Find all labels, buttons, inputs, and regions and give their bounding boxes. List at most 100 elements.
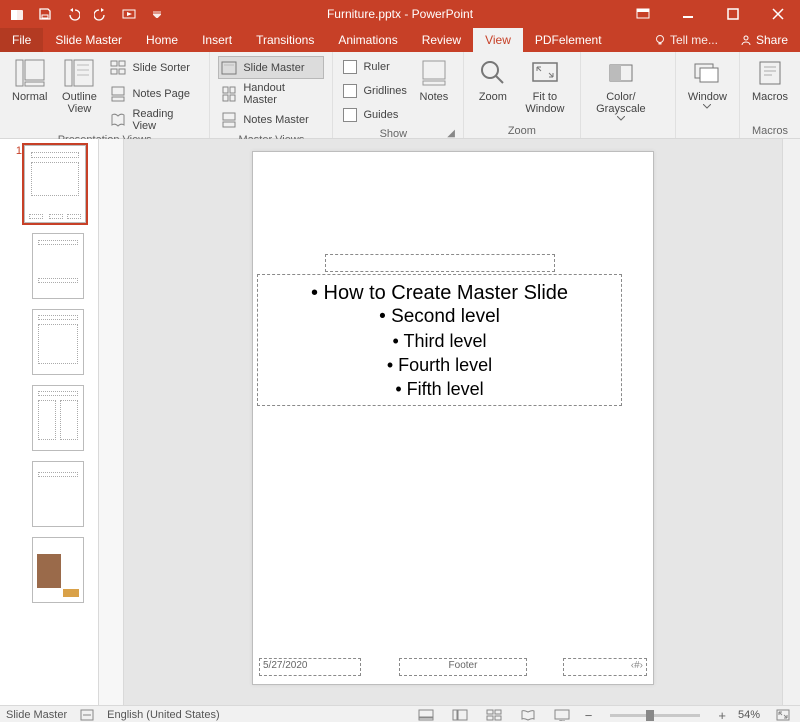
zoom-button[interactable]: Zoom [470, 54, 516, 103]
color-grayscale-icon [604, 56, 638, 90]
ribbon-display-options-icon[interactable] [620, 0, 665, 28]
status-language[interactable]: English (United States) [107, 709, 220, 721]
outline-view-icon [62, 56, 96, 90]
zoom-in-button[interactable]: + [718, 708, 726, 722]
qat-customize-icon[interactable] [150, 7, 164, 21]
ruler-checkbox[interactable]: Ruler [341, 56, 408, 77]
ribbon-tabs: File Slide Master Home Insert Transition… [0, 28, 800, 52]
guides-checkbox[interactable]: Guides [341, 104, 408, 125]
window-icon [690, 56, 724, 90]
title-placeholder[interactable] [325, 254, 555, 272]
slide-sorter-status-icon[interactable] [483, 708, 505, 722]
slide-master-button[interactable]: Slide Master [218, 56, 324, 79]
minimize-icon[interactable] [665, 0, 710, 28]
reading-view-status-icon[interactable] [517, 708, 539, 722]
fit-to-window-status-icon[interactable] [772, 708, 794, 722]
body-placeholder[interactable]: How to Create Master Slide Second level … [257, 274, 622, 406]
handout-master-button[interactable]: Handout Master [218, 82, 324, 105]
undo-icon[interactable] [66, 7, 80, 21]
notes-button[interactable]: Notes [411, 54, 457, 103]
slide-sorter-button[interactable]: Slide Sorter [107, 56, 201, 79]
body-level-3: Third level [268, 329, 611, 353]
save-icon[interactable] [38, 7, 52, 21]
layout-thumbnail[interactable] [32, 537, 84, 603]
slide-master-canvas[interactable]: How to Create Master Slide Second level … [252, 151, 654, 685]
normal-view-icon [13, 56, 47, 90]
tab-insert[interactable]: Insert [190, 28, 244, 52]
slide-number-placeholder[interactable]: ‹#› [563, 658, 647, 676]
fit-to-window-button[interactable]: Fit to Window [516, 54, 574, 115]
chevron-down-icon [617, 116, 625, 121]
slide-master-icon [221, 60, 237, 76]
date-placeholder[interactable]: 5/27/2020 [259, 658, 361, 676]
layout-thumbnail[interactable] [32, 385, 84, 451]
checkbox-icon [343, 60, 357, 74]
close-icon[interactable] [755, 0, 800, 28]
slide-thumbnails-pane[interactable]: 1 [0, 139, 99, 705]
color-grayscale-button[interactable]: Color/ Grayscale [587, 54, 655, 121]
master-thumbnail[interactable] [24, 145, 86, 223]
tab-file[interactable]: File [0, 28, 43, 52]
window-button[interactable]: Window [682, 54, 733, 109]
vertical-ruler-gutter [99, 139, 124, 705]
layout-thumbnail[interactable] [32, 309, 84, 375]
zoom-slider-thumb[interactable] [646, 710, 654, 721]
zoom-out-button[interactable]: − [585, 708, 593, 722]
notes-page-button[interactable]: Notes Page [107, 82, 201, 105]
tab-slide-master[interactable]: Slide Master [43, 28, 134, 52]
footer-placeholder[interactable]: Footer [399, 658, 527, 676]
reading-view-button[interactable]: Reading View [107, 108, 201, 131]
chevron-down-icon [703, 104, 711, 109]
normal-view-status-icon[interactable] [449, 708, 471, 722]
slide-canvas-area[interactable]: How to Create Master Slide Second level … [124, 139, 782, 705]
lightbulb-icon [654, 34, 666, 46]
body-level-5: Fifth level [268, 377, 611, 401]
checkbox-icon [343, 84, 357, 98]
tab-transitions[interactable]: Transitions [244, 28, 326, 52]
normal-view-label: Normal [12, 91, 47, 103]
outline-view-label: Outline View [59, 91, 99, 115]
maximize-icon[interactable] [710, 0, 755, 28]
tab-review[interactable]: Review [410, 28, 473, 52]
group-color-grayscale: Color/ Grayscale Color/ Grayscale [581, 52, 676, 138]
zoom-percent[interactable]: 54% [738, 709, 760, 721]
body-level-4: Fourth level [268, 353, 611, 377]
layout-thumbnail[interactable] [32, 461, 84, 527]
redo-icon[interactable] [94, 7, 108, 21]
handout-master-icon [221, 86, 237, 102]
zoom-icon [476, 56, 510, 90]
share-label: Share [756, 33, 788, 47]
slideshow-status-icon[interactable] [551, 708, 573, 722]
tab-animations[interactable]: Animations [326, 28, 409, 52]
slide-sorter-icon [110, 60, 126, 76]
layout-thumbnail[interactable] [32, 233, 84, 299]
fit-to-window-icon [528, 56, 562, 90]
powerpoint-app-icon [10, 7, 24, 21]
checkbox-icon [343, 108, 357, 122]
normal-view-button[interactable]: Normal [6, 54, 53, 103]
macros-button[interactable]: Macros [746, 54, 794, 103]
share-icon [740, 34, 752, 46]
tell-me-label: Tell me... [670, 33, 718, 47]
group-macros: Macros Macros [740, 52, 800, 138]
thumbnail-number: 1 [12, 145, 22, 157]
show-dialog-launcher-icon[interactable]: ◢ [447, 128, 455, 139]
zoom-slider[interactable] [610, 714, 700, 717]
outline-view-button[interactable]: Outline View [53, 54, 105, 115]
vertical-scrollbar[interactable] [782, 139, 800, 705]
group-zoom: Zoom Fit to Window Zoom [464, 52, 581, 138]
notes-icon [417, 56, 451, 90]
notes-toggle-icon[interactable] [415, 708, 437, 722]
notes-page-icon [110, 86, 126, 102]
tab-pdfelement[interactable]: PDFelement [523, 28, 614, 52]
group-master-views: Slide Master Handout Master Notes Master… [210, 52, 333, 138]
spellcheck-icon[interactable] [79, 709, 95, 721]
gridlines-checkbox[interactable]: Gridlines [341, 80, 408, 101]
tell-me-search[interactable]: Tell me... [644, 28, 728, 52]
tab-home[interactable]: Home [134, 28, 190, 52]
share-button[interactable]: Share [728, 28, 800, 52]
notes-master-button[interactable]: Notes Master [218, 108, 324, 131]
group-label-zoom: Zoom [470, 124, 574, 138]
start-from-beginning-icon[interactable] [122, 7, 136, 21]
tab-view[interactable]: View [473, 28, 523, 52]
